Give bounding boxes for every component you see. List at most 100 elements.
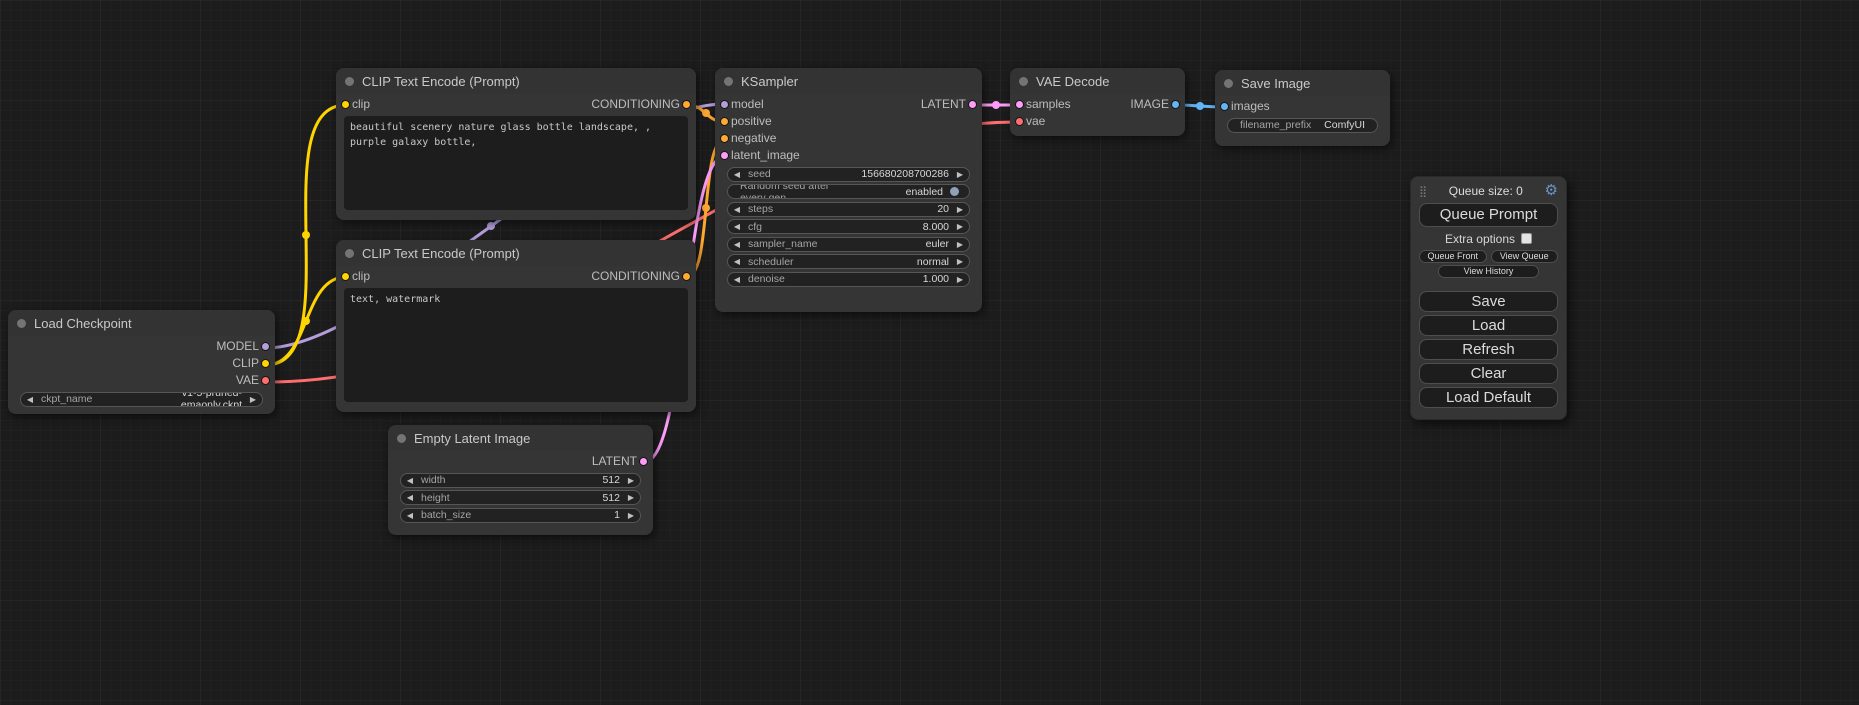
increment-arrow-icon[interactable]: ▶ [622, 509, 640, 522]
decrement-arrow-icon[interactable]: ◀ [728, 238, 746, 251]
input-slot-clip[interactable] [341, 272, 350, 281]
scheduler-widget[interactable]: ◀ scheduler normal ▶ [727, 254, 970, 269]
widget-name: cfg [746, 221, 849, 233]
decrement-arrow-icon[interactable]: ◀ [401, 509, 419, 522]
node-title-bar[interactable]: Save Image [1215, 70, 1390, 96]
decrement-arrow-icon[interactable]: ◀ [728, 220, 746, 233]
input-slot-vae[interactable] [1015, 117, 1024, 126]
increment-arrow-icon[interactable]: ▶ [951, 255, 969, 268]
node-empty-latent-image[interactable]: Empty Latent Image LATENT ◀ width 512 ▶ … [388, 425, 653, 535]
widget-value: 1.000 [849, 273, 952, 285]
decrement-arrow-icon[interactable]: ◀ [401, 474, 419, 487]
input-slot-positive[interactable] [720, 117, 729, 126]
decrement-arrow-icon[interactable]: ◀ [728, 203, 746, 216]
decrement-arrow-icon[interactable]: ◀ [728, 168, 746, 181]
width-widget[interactable]: ◀ width 512 ▶ [400, 473, 641, 488]
node-title-bar[interactable]: VAE Decode [1010, 68, 1185, 94]
denoise-widget[interactable]: ◀ denoise 1.000 ▶ [727, 272, 970, 287]
input-slot-samples[interactable] [1015, 100, 1024, 109]
collapse-dot-icon[interactable] [345, 77, 354, 86]
output-slot-clip[interactable] [261, 359, 270, 368]
node-load-checkpoint[interactable]: Load Checkpoint MODEL CLIP VAE ◀ ckpt_na… [8, 310, 275, 414]
node-clip-text-encode-negative[interactable]: CLIP Text Encode (Prompt) clip CONDITION… [336, 240, 696, 412]
link-midpoint [702, 109, 710, 117]
collapse-dot-icon[interactable] [345, 249, 354, 258]
node-title-bar[interactable]: CLIP Text Encode (Prompt) [336, 240, 696, 266]
load-button[interactable]: Load [1419, 315, 1558, 336]
sampler-name-widget[interactable]: ◀ sampler_name euler ▶ [727, 237, 970, 252]
output-slot-conditioning[interactable] [682, 100, 691, 109]
output-slot-image[interactable] [1171, 100, 1180, 109]
node-vae-decode[interactable]: VAE Decode samples IMAGE vae [1010, 68, 1185, 136]
output-slot-latent[interactable] [639, 457, 648, 466]
widget-value: enabled [842, 186, 946, 198]
output-slot-conditioning[interactable] [682, 272, 691, 281]
refresh-button[interactable]: Refresh [1419, 339, 1558, 360]
decrement-arrow-icon[interactable]: ◀ [728, 273, 746, 286]
collapse-dot-icon[interactable] [1019, 77, 1028, 86]
widget-value: normal [849, 256, 952, 268]
random-seed-toggle-widget[interactable]: Random seed after every gen enabled [727, 184, 970, 199]
node-title-bar[interactable]: Empty Latent Image [388, 425, 653, 451]
filename-prefix-widget[interactable]: filename_prefix ComfyUI [1227, 118, 1378, 133]
collapse-dot-icon[interactable] [397, 434, 406, 443]
input-slot-clip[interactable] [341, 100, 350, 109]
increment-arrow-icon[interactable]: ▶ [951, 238, 969, 251]
collapse-dot-icon[interactable] [17, 319, 26, 328]
save-button[interactable]: Save [1419, 291, 1558, 312]
extra-options-checkbox[interactable] [1521, 233, 1532, 244]
cfg-widget[interactable]: ◀ cfg 8.000 ▶ [727, 219, 970, 234]
load-default-button[interactable]: Load Default [1419, 387, 1558, 408]
clear-button[interactable]: Clear [1419, 363, 1558, 384]
decrement-arrow-icon[interactable]: ◀ [728, 255, 746, 268]
node-title: KSampler [741, 74, 798, 89]
queue-prompt-button[interactable]: Queue Prompt [1419, 203, 1558, 227]
output-slot-vae[interactable] [261, 376, 270, 385]
view-history-button[interactable]: View History [1438, 265, 1538, 278]
node-title: VAE Decode [1036, 74, 1109, 89]
collapse-dot-icon[interactable] [1224, 79, 1233, 88]
output-label-conditioning: CONDITIONING [591, 268, 680, 285]
steps-widget[interactable]: ◀ steps 20 ▶ [727, 202, 970, 217]
input-slot-negative[interactable] [720, 134, 729, 143]
increment-arrow-icon[interactable]: ▶ [622, 474, 640, 487]
increment-arrow-icon[interactable]: ▶ [951, 168, 969, 181]
increment-arrow-icon[interactable]: ▶ [951, 203, 969, 216]
seed-widget[interactable]: ◀ seed 156680208700286 ▶ [727, 167, 970, 182]
collapse-dot-icon[interactable] [724, 77, 733, 86]
increment-arrow-icon[interactable]: ▶ [244, 393, 262, 406]
widget-value: 8.000 [849, 221, 952, 233]
node-title-bar[interactable]: CLIP Text Encode (Prompt) [336, 68, 696, 94]
drag-handle-icon[interactable]: ⣿ [1419, 185, 1427, 198]
output-slot-model[interactable] [261, 342, 270, 351]
decrement-arrow-icon[interactable]: ◀ [401, 491, 419, 504]
decrement-arrow-icon[interactable]: ◀ [21, 393, 39, 406]
widget-value: euler [849, 238, 952, 250]
queue-front-button[interactable]: Queue Front [1419, 250, 1487, 263]
input-slot-model[interactable] [720, 100, 729, 109]
widget-name: width [419, 474, 521, 486]
increment-arrow-icon[interactable]: ▶ [951, 220, 969, 233]
node-title-bar[interactable]: KSampler [715, 68, 982, 94]
height-widget[interactable]: ◀ height 512 ▶ [400, 490, 641, 505]
node-title-bar[interactable]: Load Checkpoint [8, 310, 275, 336]
toggle-dot-icon[interactable] [950, 187, 959, 196]
batch-size-widget[interactable]: ◀ batch_size 1 ▶ [400, 508, 641, 523]
node-ksampler[interactable]: KSampler model LATENT positive negative … [715, 68, 982, 312]
ckpt-name-widget[interactable]: ◀ ckpt_name v1-5-pruned-emaonly.ckpt ▶ [20, 392, 263, 407]
node-save-image[interactable]: Save Image images filename_prefix ComfyU… [1215, 70, 1390, 146]
input-slot-images[interactable] [1220, 102, 1229, 111]
input-label-images: images [1231, 99, 1270, 113]
graph-canvas[interactable]: Load Checkpoint MODEL CLIP VAE ◀ ckpt_na… [0, 0, 1859, 705]
prompt-textarea[interactable]: beautiful scenery nature glass bottle la… [344, 116, 688, 210]
view-queue-button[interactable]: View Queue [1491, 250, 1559, 263]
queue-menu-panel[interactable]: ⣿ Queue size: 0 ⚙ Queue Prompt Extra opt… [1410, 176, 1567, 420]
input-slot-latent-image[interactable] [720, 151, 729, 160]
prompt-textarea[interactable]: text, watermark [344, 288, 688, 402]
widget-name: seed [746, 168, 849, 180]
increment-arrow-icon[interactable]: ▶ [622, 491, 640, 504]
output-slot-latent[interactable] [968, 100, 977, 109]
node-clip-text-encode-positive[interactable]: CLIP Text Encode (Prompt) clip CONDITION… [336, 68, 696, 220]
settings-gear-icon[interactable]: ⚙ [1545, 184, 1558, 198]
increment-arrow-icon[interactable]: ▶ [951, 273, 969, 286]
